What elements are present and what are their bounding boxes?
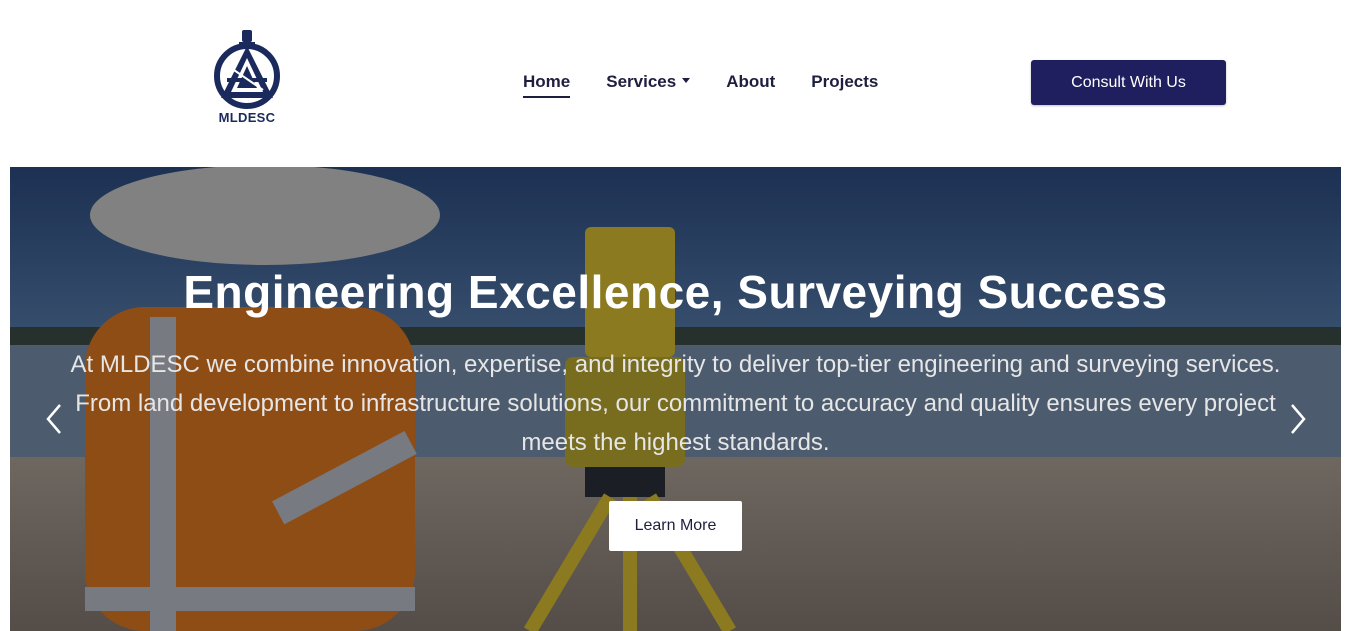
nav-item-label: Projects — [811, 72, 879, 91]
slider-prev-button[interactable] — [40, 399, 70, 439]
consult-button[interactable]: Consult With Us — [1031, 60, 1226, 105]
learn-more-button[interactable]: Learn More — [609, 501, 742, 551]
nav-item-about[interactable]: About — [726, 72, 775, 98]
surveyor-logo-icon — [214, 30, 280, 109]
nav-item-label: Home — [523, 72, 571, 91]
nav-item-projects[interactable]: Projects — [811, 72, 878, 98]
slider-next-button[interactable] — [1282, 399, 1312, 439]
chevron-left-icon — [46, 404, 61, 434]
brand-name: MLDESC — [218, 110, 276, 125]
nav-item-home[interactable]: Home — [523, 72, 571, 98]
nav-item-label: Services — [606, 72, 677, 91]
brand-logo[interactable]: MLDESC — [209, 28, 285, 128]
hero-title: Engineering Excellence, Surveying Succes… — [183, 266, 1168, 318]
hero-description: At MLDESC we combine innovation, experti… — [70, 351, 1281, 456]
nav-item-services[interactable]: Services — [606, 72, 691, 98]
nav-item-label: About — [726, 72, 776, 91]
caret-down-icon — [682, 78, 691, 84]
site-header: MLDESC Home Services About Projects Cons… — [0, 0, 1350, 167]
main-nav: Home Services About Projects — [523, 72, 914, 98]
chevron-right-icon — [1291, 404, 1306, 434]
hero-slider: Engineering Excellence, Surveying Succes… — [10, 167, 1341, 631]
